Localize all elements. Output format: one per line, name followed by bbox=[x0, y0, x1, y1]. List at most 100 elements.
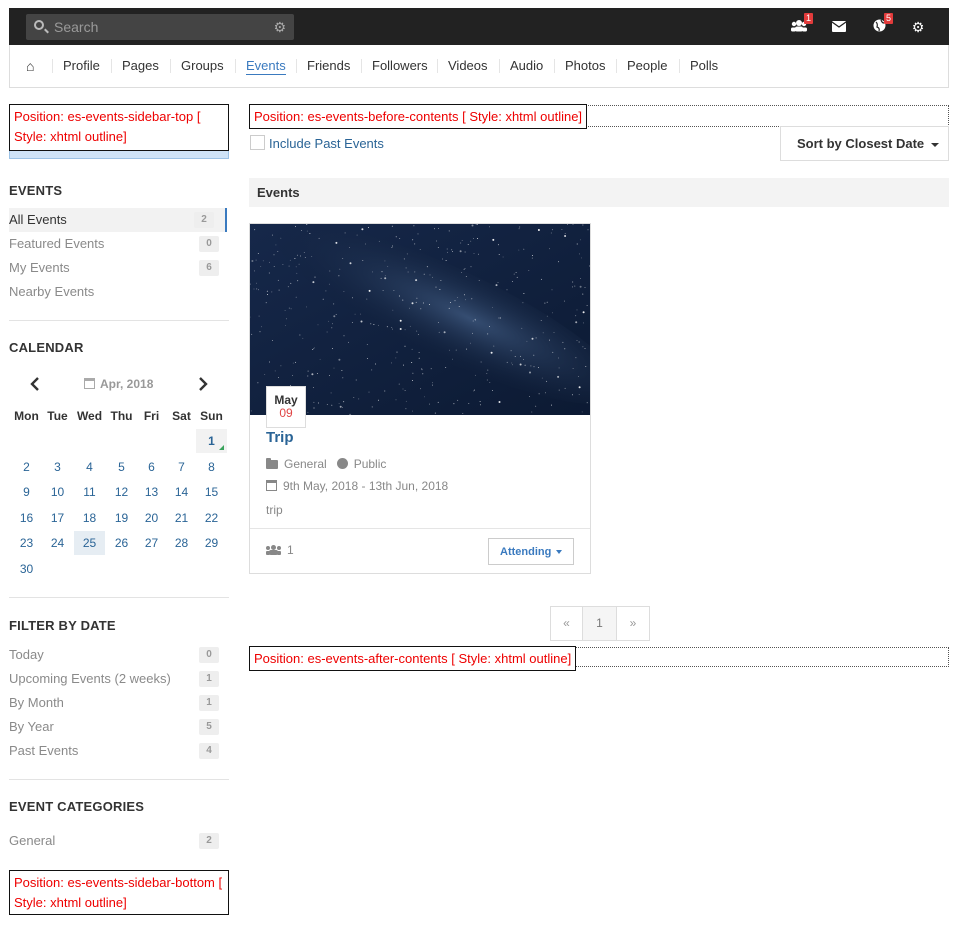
filter-label: Today bbox=[9, 647, 44, 662]
nav-followers[interactable]: Followers bbox=[361, 45, 428, 88]
friend-requests-icon[interactable]: 1 bbox=[790, 13, 813, 36]
after-contents-position: Position: es-events-after-contents [ Sty… bbox=[249, 646, 577, 671]
calendar-day[interactable]: 12 bbox=[106, 480, 137, 504]
search-icon bbox=[34, 20, 44, 30]
sidebar-bottom-position: Position: es-events-sidebar-bottom [ Sty… bbox=[9, 870, 229, 915]
pagination-next[interactable]: » bbox=[617, 607, 649, 640]
calendar-day[interactable]: 6 bbox=[136, 455, 167, 479]
include-past-checkbox[interactable] bbox=[250, 135, 265, 150]
calendar-prev-icon[interactable] bbox=[30, 376, 40, 394]
calendar-day[interactable]: 20 bbox=[136, 506, 167, 530]
calendar-day[interactable]: 24 bbox=[42, 531, 73, 555]
calendar-next-icon[interactable] bbox=[198, 376, 208, 394]
sidebar-item-all-events[interactable]: All Events 2 bbox=[9, 208, 227, 232]
nav-profile[interactable]: Profile bbox=[52, 45, 100, 88]
filter-upcoming[interactable]: Upcoming Events (2 weeks) 1 bbox=[9, 667, 227, 691]
nav-groups[interactable]: Groups bbox=[170, 45, 224, 88]
calendar-heading: CALENDAR bbox=[9, 340, 84, 355]
sidebar-top-position: Position: es-events-sidebar-top [ Style:… bbox=[9, 104, 229, 151]
filter-by-date-heading: FILTER BY DATE bbox=[9, 618, 116, 633]
calendar-day[interactable]: 18 bbox=[74, 506, 105, 530]
divider bbox=[250, 528, 590, 529]
calendar-day[interactable]: 29 bbox=[196, 531, 227, 555]
calendar-day[interactable]: 15 bbox=[196, 480, 227, 504]
event-title-link[interactable]: Trip bbox=[266, 429, 294, 446]
calendar-day[interactable]: 1 bbox=[196, 429, 227, 453]
nav-videos[interactable]: Videos bbox=[437, 45, 488, 88]
category-general[interactable]: General 2 bbox=[9, 829, 227, 853]
users-icon bbox=[266, 545, 281, 555]
event-description: trip bbox=[266, 503, 283, 517]
after-contents-outline bbox=[575, 647, 949, 667]
pagination-page[interactable]: 1 bbox=[583, 607, 617, 640]
calendar-day[interactable]: 30 bbox=[11, 557, 42, 581]
calendar-day[interactable]: 3 bbox=[42, 455, 73, 479]
event-day: 09 bbox=[279, 406, 293, 420]
include-past-label[interactable]: Include Past Events bbox=[269, 136, 384, 151]
before-contents-outline bbox=[585, 105, 949, 127]
nav-audio[interactable]: Audio bbox=[498, 45, 543, 88]
event-dates: 9th May, 2018 - 13th Jun, 2018 bbox=[283, 479, 449, 493]
divider bbox=[9, 320, 229, 321]
sort-dropdown-button[interactable]: Sort by Closest Date bbox=[780, 126, 949, 161]
calendar-day[interactable]: 11 bbox=[74, 480, 105, 504]
notifications-icon[interactable]: 5 bbox=[870, 13, 893, 36]
search-input[interactable] bbox=[54, 14, 274, 40]
sidebar-item-nearby-events[interactable]: Nearby Events bbox=[9, 280, 227, 304]
event-date-badge: May 09 bbox=[266, 386, 306, 428]
calendar-day[interactable]: 10 bbox=[42, 480, 73, 504]
nav-friends[interactable]: Friends bbox=[295, 45, 350, 88]
calendar-day[interactable]: 28 bbox=[166, 531, 197, 555]
calendar-day[interactable]: 23 bbox=[11, 531, 42, 555]
filter-label: Past Events bbox=[9, 743, 79, 758]
weekday-header: Sat bbox=[172, 409, 191, 423]
sidebar-item-my-events[interactable]: My Events 6 bbox=[9, 256, 227, 280]
calendar-icon bbox=[84, 378, 95, 389]
pagination: « 1 » bbox=[550, 606, 650, 641]
attendee-count: 1 bbox=[266, 543, 294, 557]
profile-nav: ⌂ Profile Pages Groups Events Friends Fo… bbox=[9, 45, 949, 88]
nav-pages[interactable]: Pages bbox=[111, 45, 159, 88]
divider bbox=[9, 597, 229, 598]
calendar-day[interactable]: 27 bbox=[136, 531, 167, 555]
calendar-day[interactable]: 19 bbox=[106, 506, 137, 530]
event-privacy: Public bbox=[353, 457, 387, 471]
count-badge: 0 bbox=[199, 647, 219, 663]
filter-label: By Month bbox=[9, 695, 64, 710]
event-card: May 09 Trip General Public 9th May, 2018 … bbox=[249, 223, 591, 574]
calendar-day[interactable]: 9 bbox=[11, 480, 42, 504]
calendar-day[interactable]: 16 bbox=[11, 506, 42, 530]
filter-by-year[interactable]: By Year 5 bbox=[9, 715, 227, 739]
nav-polls[interactable]: Polls bbox=[678, 45, 718, 88]
sidebar-item-featured-events[interactable]: Featured Events 0 bbox=[9, 232, 227, 256]
events-heading: EVENTS bbox=[9, 183, 63, 198]
search-filter-gear-icon[interactable]: ⚙ bbox=[273, 18, 286, 36]
calendar-day[interactable]: 26 bbox=[106, 531, 137, 555]
home-icon[interactable]: ⌂ bbox=[26, 45, 34, 88]
top-toolbar: ⚙ 1 5 ⚙ bbox=[9, 8, 949, 45]
calendar-day[interactable]: 21 bbox=[166, 506, 197, 530]
calendar-day[interactable]: 13 bbox=[136, 480, 167, 504]
notifications-badge: 5 bbox=[883, 13, 893, 24]
calendar-day[interactable]: 22 bbox=[196, 506, 227, 530]
event-category[interactable]: General bbox=[284, 457, 327, 471]
calendar-day[interactable]: 25 bbox=[74, 531, 105, 555]
messages-icon[interactable] bbox=[830, 18, 848, 36]
calendar-day[interactable]: 7 bbox=[166, 455, 197, 479]
filter-today[interactable]: Today 0 bbox=[9, 643, 227, 667]
filter-past-events[interactable]: Past Events 4 bbox=[9, 739, 227, 763]
calendar-day[interactable]: 5 bbox=[106, 455, 137, 479]
sort-label: Sort by Closest Date bbox=[797, 136, 925, 151]
pagination-prev[interactable]: « bbox=[551, 607, 583, 640]
nav-photos[interactable]: Photos bbox=[553, 45, 605, 88]
calendar-day[interactable]: 8 bbox=[196, 455, 227, 479]
filter-by-month[interactable]: By Month 1 bbox=[9, 691, 227, 715]
nav-people[interactable]: People bbox=[615, 45, 667, 88]
nav-events[interactable]: Events bbox=[235, 45, 286, 88]
calendar-day[interactable]: 4 bbox=[74, 455, 105, 479]
settings-icon[interactable]: ⚙ bbox=[909, 18, 927, 36]
calendar-day[interactable]: 17 bbox=[42, 506, 73, 530]
calendar-day[interactable]: 2 bbox=[11, 455, 42, 479]
calendar-day[interactable]: 14 bbox=[166, 480, 197, 504]
attending-dropdown-button[interactable]: Attending bbox=[488, 538, 574, 565]
